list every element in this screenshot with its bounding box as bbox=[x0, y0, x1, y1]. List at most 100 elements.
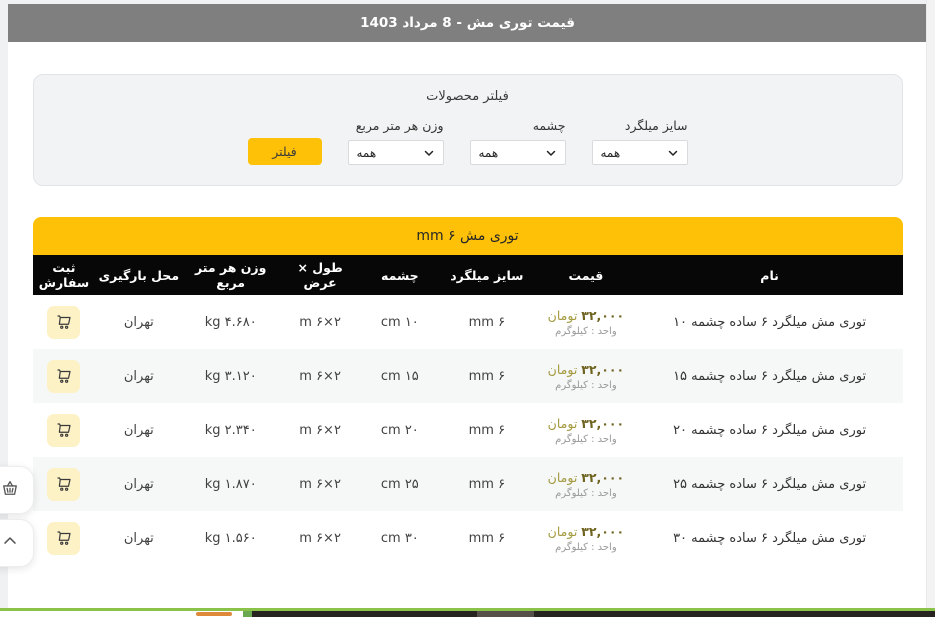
mesh-value: ۱۵ cm bbox=[361, 369, 438, 384]
column-header-order: ثبت سفارش bbox=[33, 260, 96, 290]
price-value: ۳۲,۰۰۰ bbox=[581, 524, 624, 539]
rebar-size-value: ۶ mm bbox=[439, 423, 536, 438]
price-table: توری مش ۶ mm نام قیمت سایز میلگرد چشمه ط… bbox=[33, 217, 903, 565]
rebar-size-select-value: همه bbox=[601, 146, 621, 160]
mesh-value: ۱۰ cm bbox=[361, 315, 438, 330]
footer-logo-fragment bbox=[196, 612, 232, 616]
filter-label-mesh: چشمه bbox=[470, 118, 566, 133]
cart-icon bbox=[55, 475, 73, 493]
footer-dark-section bbox=[252, 611, 935, 617]
basket-icon bbox=[0, 478, 20, 502]
add-to-cart-button[interactable] bbox=[47, 360, 80, 393]
product-name: توری مش میلگرد ۶ ساده چشمه ۱۰ bbox=[637, 315, 903, 330]
footer-light-section bbox=[477, 611, 534, 617]
price-currency: تومان bbox=[548, 362, 578, 377]
dimensions-value: ۲×۶ m bbox=[279, 369, 361, 384]
add-to-cart-button[interactable] bbox=[47, 306, 80, 339]
scrollbar[interactable] bbox=[926, 0, 935, 608]
product-price-cell: ۳۲,۰۰۰ تومان واحد : کیلوگرم bbox=[535, 470, 637, 499]
price-unit: واحد : کیلوگرم bbox=[555, 488, 617, 499]
price-unit: واحد : کیلوگرم bbox=[555, 542, 617, 553]
cart-icon bbox=[55, 367, 73, 385]
filter-label-rebar-size: سایز میلگرد bbox=[592, 118, 688, 133]
cart-icon bbox=[55, 529, 73, 547]
price-currency: تومان bbox=[548, 524, 578, 539]
price-currency: تومان bbox=[548, 416, 578, 431]
product-name: توری مش میلگرد ۶ ساده چشمه ۲۵ bbox=[637, 477, 903, 492]
price-value: ۳۲,۰۰۰ bbox=[581, 362, 624, 377]
filter-panel: فیلتر محصولات سایز میلگرد همه چشمه bbox=[33, 74, 903, 186]
add-to-cart-button[interactable] bbox=[47, 468, 80, 501]
table-row: توری مش میلگرد ۶ ساده چشمه ۳۰ ۳۲,۰۰۰ توم… bbox=[33, 511, 903, 565]
footer-bar bbox=[0, 611, 935, 617]
product-price-cell: ۳۲,۰۰۰ تومان واحد : کیلوگرم bbox=[535, 524, 637, 553]
dimensions-value: ۲×۶ m bbox=[279, 315, 361, 330]
price-value: ۳۲,۰۰۰ bbox=[581, 416, 624, 431]
rebar-size-value: ۶ mm bbox=[439, 369, 536, 384]
weight-value: ۴.۶۸۰ kg bbox=[182, 315, 279, 330]
weight-value: ۱.۸۷۰ kg bbox=[182, 477, 279, 492]
page-title-bar: قیمت توری مش - 8 مرداد 1403 bbox=[8, 4, 927, 42]
footer-green-mark bbox=[243, 611, 252, 617]
cart-icon bbox=[55, 421, 73, 439]
table-row: توری مش میلگرد ۶ ساده چشمه ۱۰ ۳۲,۰۰۰ توم… bbox=[33, 295, 903, 349]
price-unit: واحد : کیلوگرم bbox=[555, 434, 617, 445]
weight-value: ۱.۵۶۰ kg bbox=[182, 531, 279, 546]
location-value: تهران bbox=[95, 477, 182, 492]
table-title-bar: توری مش ۶ mm bbox=[33, 217, 903, 255]
column-header-weight: وزن هر متر مربع bbox=[182, 260, 279, 290]
add-to-cart-button[interactable] bbox=[47, 414, 80, 447]
mesh-select[interactable]: همه bbox=[470, 140, 566, 165]
weight-select-value: همه bbox=[357, 146, 377, 160]
column-header-mesh: چشمه bbox=[361, 268, 438, 283]
price-currency: تومان bbox=[548, 308, 578, 323]
rebar-size-select[interactable]: همه bbox=[592, 140, 688, 165]
column-header-dimensions: طول × عرض bbox=[279, 260, 361, 290]
dimensions-value: ۲×۶ m bbox=[279, 423, 361, 438]
price-unit: واحد : کیلوگرم bbox=[555, 380, 617, 391]
scroll-to-top-button[interactable] bbox=[0, 519, 34, 567]
price-value: ۳۲,۰۰۰ bbox=[581, 470, 624, 485]
chevron-down-icon bbox=[667, 147, 679, 159]
product-price-cell: ۳۲,۰۰۰ تومان واحد : کیلوگرم bbox=[535, 416, 637, 445]
mesh-value: ۳۰ cm bbox=[361, 531, 438, 546]
weight-value: ۳.۱۲۰ kg bbox=[182, 369, 279, 384]
mesh-value: ۲۵ cm bbox=[361, 477, 438, 492]
main-content-card: قیمت توری مش - 8 مرداد 1403 فیلتر محصولا… bbox=[8, 4, 927, 608]
chevron-up-icon bbox=[0, 531, 20, 555]
mesh-select-value: همه bbox=[479, 146, 499, 160]
weight-select[interactable]: همه bbox=[348, 140, 444, 165]
filter-group-mesh: چشمه همه bbox=[470, 118, 566, 165]
dimensions-value: ۲×۶ m bbox=[279, 531, 361, 546]
footer-edge bbox=[0, 608, 935, 617]
filter-panel-title: فیلتر محصولات bbox=[54, 89, 882, 104]
column-header-name: نام bbox=[637, 268, 903, 283]
price-unit: واحد : کیلوگرم bbox=[555, 326, 617, 337]
column-header-location: محل بارگیری bbox=[95, 268, 182, 283]
price-currency: تومان bbox=[548, 470, 578, 485]
location-value: تهران bbox=[95, 531, 182, 546]
table-row: توری مش میلگرد ۶ ساده چشمه ۲۵ ۳۲,۰۰۰ توم… bbox=[33, 457, 903, 511]
product-price-cell: ۳۲,۰۰۰ تومان واحد : کیلوگرم bbox=[535, 308, 637, 337]
filter-button[interactable]: فیلتر bbox=[248, 138, 322, 165]
add-to-cart-button[interactable] bbox=[47, 522, 80, 555]
filter-group-rebar-size: سایز میلگرد همه bbox=[592, 118, 688, 165]
weight-value: ۲.۳۴۰ kg bbox=[182, 423, 279, 438]
table-header-row: نام قیمت سایز میلگرد چشمه طول × عرض وزن … bbox=[33, 255, 903, 295]
mesh-value: ۲۰ cm bbox=[361, 423, 438, 438]
chevron-down-icon bbox=[545, 147, 557, 159]
column-header-price: قیمت bbox=[535, 268, 637, 283]
dimensions-value: ۲×۶ m bbox=[279, 477, 361, 492]
filter-label-weight: وزن هر متر مربع bbox=[348, 118, 444, 133]
price-value: ۳۲,۰۰۰ bbox=[581, 308, 624, 323]
rebar-size-value: ۶ mm bbox=[439, 315, 536, 330]
page-title: قیمت توری مش - 8 مرداد 1403 bbox=[360, 15, 575, 31]
rebar-size-value: ۶ mm bbox=[439, 531, 536, 546]
floating-basket-button[interactable] bbox=[0, 466, 34, 514]
product-name: توری مش میلگرد ۶ ساده چشمه ۲۰ bbox=[637, 423, 903, 438]
table-row: توری مش میلگرد ۶ ساده چشمه ۲۰ ۳۲,۰۰۰ توم… bbox=[33, 403, 903, 457]
product-price-cell: ۳۲,۰۰۰ تومان واحد : کیلوگرم bbox=[535, 362, 637, 391]
filter-group-weight: وزن هر متر مربع همه bbox=[348, 118, 444, 165]
product-name: توری مش میلگرد ۶ ساده چشمه ۳۰ bbox=[637, 531, 903, 546]
table-row: توری مش میلگرد ۶ ساده چشمه ۱۵ ۳۲,۰۰۰ توم… bbox=[33, 349, 903, 403]
